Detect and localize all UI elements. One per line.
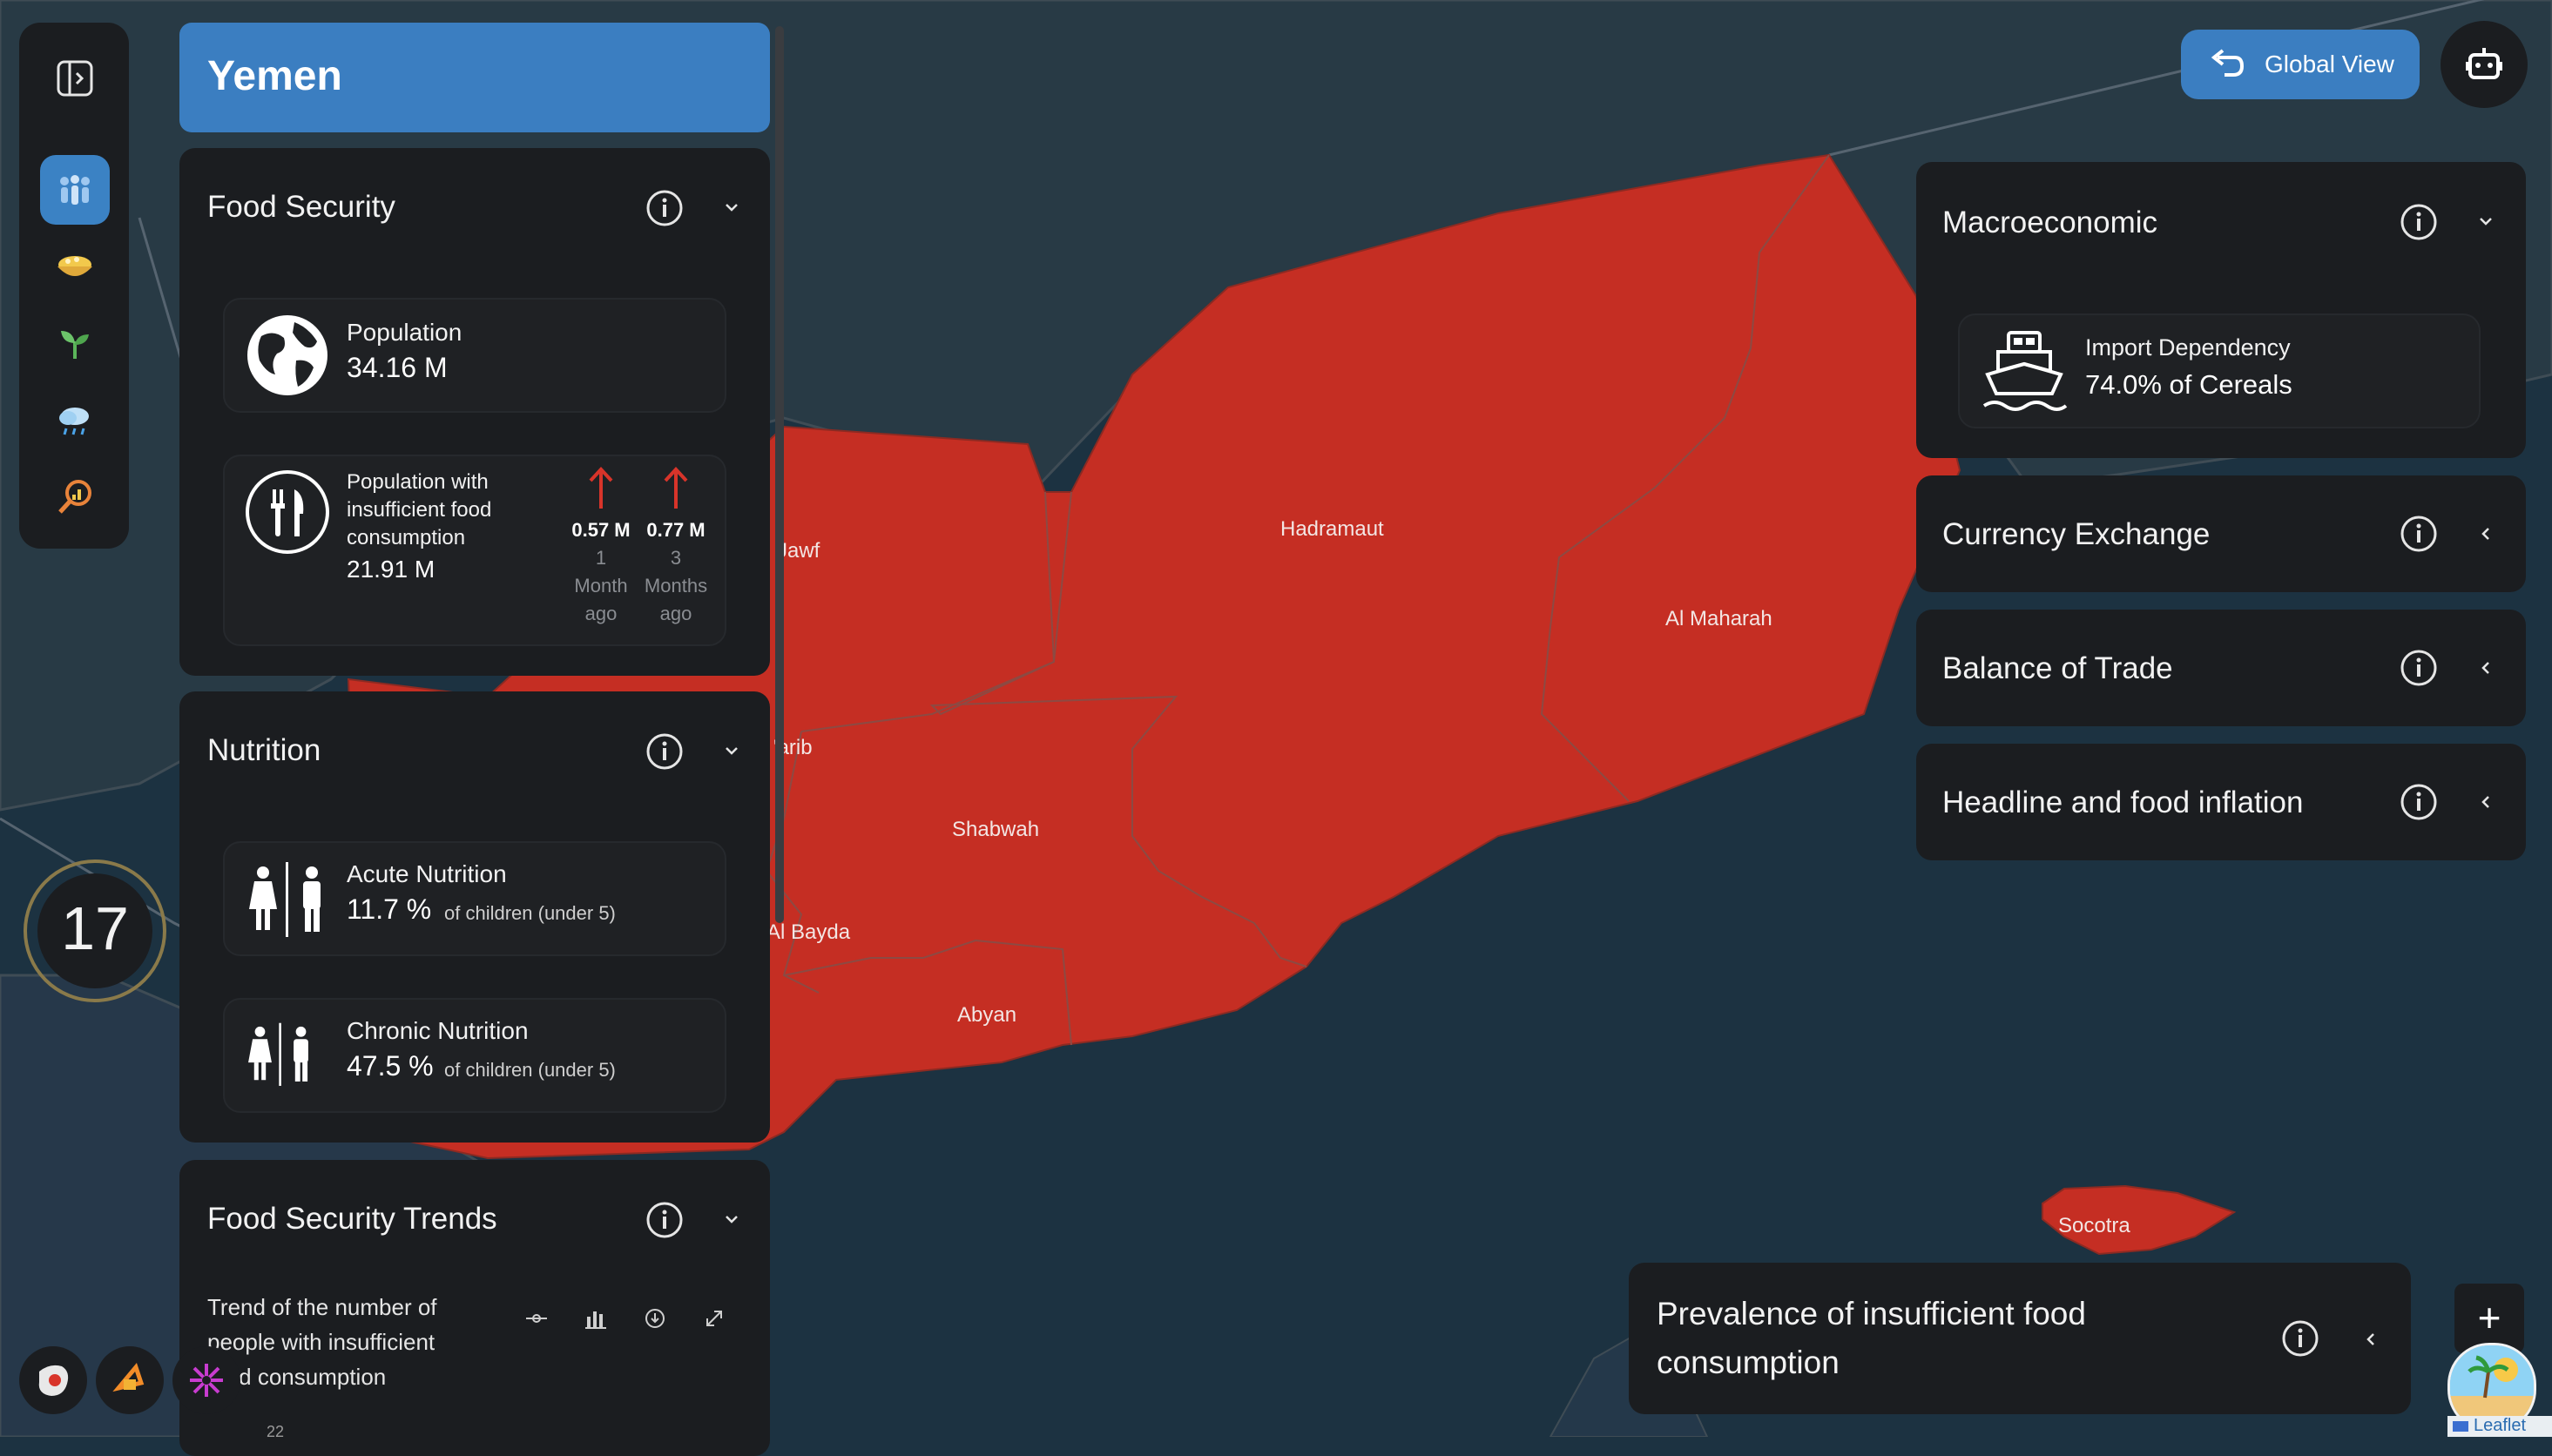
map-label-al-bayda[interactable]: Al Bayda — [766, 920, 850, 945]
trends-description-line-1: Trend of the number of — [207, 1294, 437, 1320]
sprout-icon[interactable] — [40, 308, 110, 378]
map-label-al-maharah[interactable]: Al Maharah — [1665, 607, 1772, 631]
import-dependency-label: Import Dependency — [2085, 334, 2291, 361]
inflation-title: Headline and food inflation — [1942, 785, 2304, 819]
expand-icon[interactable] — [702, 1306, 726, 1331]
bar-chart-icon[interactable] — [584, 1306, 608, 1331]
chevron-left-icon[interactable] — [2475, 523, 2496, 544]
attribution-bar: Leaflet — [2447, 1416, 2552, 1437]
map-label-abyan[interactable]: Abyan — [957, 1003, 1016, 1028]
chevron-left-icon[interactable] — [2475, 792, 2496, 812]
chevron-left-icon[interactable] — [2360, 1329, 2381, 1350]
prevalence-panel[interactable]: Prevalence of insufficient food consumpt… — [1629, 1263, 2411, 1414]
undo-arrow-icon — [2211, 49, 2244, 77]
zoom-in-label: + — [2477, 1295, 2501, 1340]
population-icon[interactable] — [40, 155, 110, 225]
info-icon[interactable] — [646, 733, 683, 770]
currency-exchange-panel[interactable]: Currency Exchange — [1916, 475, 2526, 592]
country-header: Yemen — [179, 23, 770, 132]
change-3-months-value: 0.77 M — [646, 519, 706, 541]
robot-icon — [2466, 48, 2502, 79]
info-icon[interactable] — [2400, 784, 2437, 820]
insufficient-consumption-card: Population with insufficient food consum… — [223, 455, 726, 646]
insufficient-label-line-2: insufficient food — [347, 498, 492, 522]
change-3-months-period-3: ago — [659, 603, 692, 624]
info-icon[interactable] — [646, 190, 683, 226]
nutrition-title: Nutrition — [207, 733, 321, 767]
panel-scrollbar[interactable] — [775, 26, 784, 923]
map-label-socotra[interactable]: Socotra — [2058, 1214, 2130, 1238]
acute-nutrition-label: Acute Nutrition — [347, 860, 507, 887]
chronic-nutrition-card: Chronic Nutrition 47.5 % of children (un… — [223, 998, 726, 1113]
global-view-button[interactable]: Global View — [2181, 30, 2420, 99]
chevron-left-icon[interactable] — [2475, 657, 2496, 678]
insufficient-label-line-3: consumption — [347, 526, 466, 549]
info-icon[interactable] — [646, 1202, 683, 1238]
download-icon[interactable] — [643, 1306, 667, 1331]
balance-of-trade-panel[interactable]: Balance of Trade — [1916, 610, 2526, 726]
import-dependency-value: 74.0% of Cereals — [2085, 369, 2292, 400]
macroeconomic-title: Macroeconomic — [1942, 206, 2158, 239]
insufficient-label-line-1: Population with — [347, 470, 489, 494]
food-security-trends-panel: Food Security Trends Trend of the number… — [179, 1160, 770, 1456]
change-3-months-period-1: 3 — [670, 547, 682, 569]
info-icon[interactable] — [2282, 1320, 2319, 1357]
insufficient-value: 21.91 M — [347, 556, 435, 583]
partner-logo-icon[interactable] — [172, 1346, 240, 1414]
chronic-nutrition-label: Chronic Nutrition — [347, 1017, 529, 1044]
globe-icon — [247, 315, 327, 395]
chronic-nutrition-value: 47.5 % — [347, 1050, 434, 1082]
acute-nutrition-suffix: of children (under 5) — [444, 902, 616, 924]
chevron-down-icon[interactable] — [721, 197, 742, 218]
prevalence-title-line-2: consumption — [1657, 1345, 1840, 1380]
currency-exchange-title: Currency Exchange — [1942, 517, 2211, 551]
girl-boy-icon — [249, 862, 321, 937]
country-name: Yemen — [207, 53, 342, 99]
food-security-panel: Food Security Population 34.16 M Populat… — [179, 148, 770, 676]
chevron-down-icon[interactable] — [721, 1209, 742, 1230]
info-icon[interactable] — [2400, 516, 2437, 552]
map-layer-icon[interactable] — [19, 1346, 87, 1414]
analytics-search-icon[interactable] — [40, 462, 110, 531]
food-bowl-icon[interactable] — [40, 232, 110, 301]
ship-icon — [1982, 331, 2068, 411]
acute-nutrition-value: 11.7 % — [347, 893, 432, 925]
fork-knife-icon — [246, 470, 329, 554]
map-label-shabwah[interactable]: Shabwah — [952, 818, 1039, 842]
line-chart-icon[interactable] — [524, 1306, 549, 1331]
balance-of-trade-title: Balance of Trade — [1942, 651, 2173, 685]
flag-icon — [2453, 1421, 2468, 1432]
population-label: Population — [347, 319, 462, 346]
ipc-logo-icon[interactable] — [96, 1346, 164, 1414]
rain-cloud-icon[interactable] — [40, 385, 110, 455]
chronic-nutrition-suffix: of children (under 5) — [444, 1059, 616, 1081]
leaflet-attribution[interactable]: Leaflet — [2474, 1416, 2526, 1436]
population-card: Population 34.16 M — [223, 298, 726, 413]
map-label-hadramaut[interactable]: Hadramaut — [1280, 517, 1384, 542]
nutrition-panel: Nutrition Acute Nutrition 11.7 % of chil… — [179, 691, 770, 1143]
info-icon[interactable] — [2400, 650, 2437, 686]
acute-nutrition-card: Acute Nutrition 11.7 % of children (unde… — [223, 841, 726, 956]
food-security-title: Food Security — [207, 190, 395, 224]
zoom-level-value: 17 — [61, 894, 129, 962]
assistant-button[interactable] — [2441, 21, 2528, 108]
info-icon[interactable] — [2400, 204, 2437, 240]
girl-boy-icon — [248, 1022, 308, 1086]
arrow-up-icon — [589, 467, 613, 509]
change-3-months-period-2: Months — [644, 575, 708, 597]
arrow-up-icon — [664, 467, 688, 509]
import-dependency-card: Import Dependency 74.0% of Cereals — [1958, 313, 2481, 428]
left-rail — [19, 23, 129, 549]
sidebar-toggle-icon[interactable] — [40, 44, 110, 113]
trends-description-line-2: people with insufficient — [207, 1329, 435, 1355]
prevalence-title-line-1: Prevalence of insufficient food — [1657, 1296, 2086, 1331]
chevron-down-icon[interactable] — [2475, 211, 2496, 232]
trends-axis-tick: 22 — [267, 1423, 285, 1440]
population-value: 34.16 M — [347, 352, 448, 383]
trends-title: Food Security Trends — [207, 1202, 497, 1236]
chevron-down-icon[interactable] — [721, 740, 742, 761]
macroeconomic-panel: Macroeconomic Import Dependency 74.0% of… — [1916, 162, 2526, 458]
inflation-panel[interactable]: Headline and food inflation — [1916, 744, 2526, 860]
global-view-label: Global View — [2265, 51, 2394, 78]
